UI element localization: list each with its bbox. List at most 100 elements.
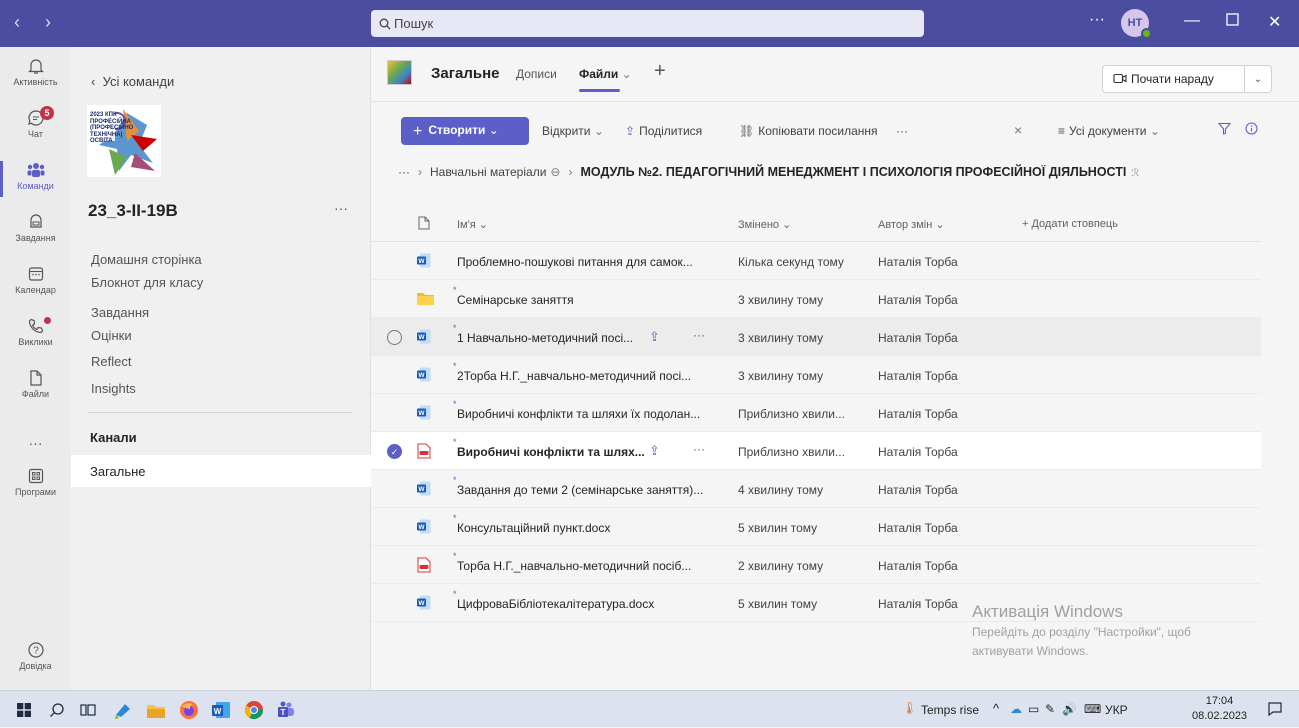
file-name[interactable]: ЦифроваБібліотекалітература.docx xyxy=(457,597,654,611)
file-name[interactable]: Консультаційний пункт.docx xyxy=(457,521,610,535)
file-name[interactable]: Семінарське заняття xyxy=(457,293,574,307)
breadcrumb-parent[interactable]: Навчальні матеріали xyxy=(430,165,546,179)
file-name[interactable]: Завдання до теми 2 (семінарське заняття)… xyxy=(457,483,703,497)
file-name[interactable]: 1 Навчально-методичний посі... xyxy=(457,331,633,345)
open-button[interactable]: Відкрити ⌄ xyxy=(542,124,604,138)
cloud-icon[interactable]: ☁ xyxy=(1010,702,1022,716)
avatar[interactable]: НТ xyxy=(1121,9,1152,39)
rail-calendar[interactable]: Календар xyxy=(0,265,71,295)
chrome-icon[interactable] xyxy=(244,700,264,720)
rail-apps[interactable]: Програми xyxy=(0,467,71,497)
add-tab-button[interactable]: + xyxy=(654,60,666,83)
copy-link-button[interactable]: ⛓ Копіювати посилання xyxy=(739,124,878,138)
table-row[interactable]: W * 1 Навчально-методичний посі... ⇪ ··· 3 хв… xyxy=(371,318,1261,356)
rail-label: Команди xyxy=(17,181,54,191)
filter-button[interactable] xyxy=(1217,122,1232,138)
team-link-notebook[interactable]: Блокнот для класу xyxy=(91,275,203,290)
table-row[interactable]: * Торба Н.Г._навчально-методичний посіб..… xyxy=(371,546,1261,584)
firefox-icon[interactable] xyxy=(179,700,199,720)
add-column-button[interactable]: + Додати стовпець xyxy=(1022,218,1118,230)
table-row[interactable]: W Проблемно-пошукові питання для самок...… xyxy=(371,242,1261,280)
speaker-icon[interactable]: 🔊 xyxy=(1062,702,1077,716)
team-link-home[interactable]: Домашня сторінка xyxy=(91,252,202,267)
paint-app-icon[interactable] xyxy=(113,700,133,720)
rail-help[interactable]: ? Довідка xyxy=(0,641,71,671)
table-row[interactable]: W * Виробничі конфлікти та шляхи їх подола… xyxy=(371,394,1261,432)
task-view-icon[interactable] xyxy=(80,702,96,718)
windows-start-icon[interactable] xyxy=(17,703,31,717)
file-name[interactable]: Торба Н.Г._навчально-методичний посіб... xyxy=(457,559,691,573)
team-link-assignments[interactable]: Завдання xyxy=(91,305,149,320)
table-row[interactable]: W * Консультаційний пункт.docx 5 хвилин том… xyxy=(371,508,1261,546)
notifications-icon[interactable] xyxy=(1267,701,1283,717)
row-more-button[interactable]: ··· xyxy=(693,328,705,342)
rail-calls[interactable]: Виклики xyxy=(0,317,71,347)
weather-text[interactable]: Temps rise xyxy=(921,703,979,717)
language-indicator[interactable]: УКР xyxy=(1105,703,1128,717)
meeting-options-chevron[interactable]: ⌄ xyxy=(1245,65,1272,93)
table-row[interactable]: W * Завдання до теми 2 (семінарське занятт… xyxy=(371,470,1261,508)
view-selector[interactable]: ≡ Усі документи ⌄ xyxy=(1058,124,1160,138)
rail-teams[interactable]: Команди xyxy=(0,161,71,197)
author-cell: Наталія Торба xyxy=(878,255,958,269)
history-nav-icon[interactable]: ‹ › xyxy=(14,12,61,33)
rail-activity[interactable]: Активність xyxy=(0,57,71,87)
rail-files[interactable]: Файли xyxy=(0,369,71,399)
team-more-button[interactable]: ··· xyxy=(334,200,348,216)
new-item-icon: * xyxy=(453,475,457,485)
word-app-icon[interactable]: W xyxy=(211,700,231,720)
team-link-insights[interactable]: Insights xyxy=(91,381,136,396)
clock[interactable]: 17:04 08.02.2023 xyxy=(1192,694,1247,724)
share-icon[interactable]: ⇪ xyxy=(649,329,660,345)
maximize-button[interactable] xyxy=(1226,13,1240,31)
teams-app-icon[interactable]: T xyxy=(276,700,296,720)
share-button[interactable]: ⇪ Поділитися xyxy=(625,124,702,138)
modified-cell: 2 хвилину тому xyxy=(738,559,824,573)
create-button[interactable]: + Створити ⌄ xyxy=(401,117,529,145)
pen-icon[interactable]: ✎ xyxy=(1045,702,1055,716)
file-name[interactable]: Виробничі конфлікти та шляхи їх подолан.… xyxy=(457,407,700,421)
breadcrumb-ellipsis[interactable]: ··· xyxy=(398,165,410,179)
search-input[interactable]: Пошук xyxy=(371,10,924,37)
file-name[interactable]: Виробничі конфлікти та шлях... xyxy=(457,445,645,459)
column-modified-label: Змінено xyxy=(738,219,780,231)
tab-files[interactable]: Файли ⌄ xyxy=(579,67,632,92)
table-row[interactable]: W * 2Торба Н.Г._навчально-методичний посі.… xyxy=(371,356,1261,394)
rail-more[interactable]: ··· xyxy=(0,435,71,451)
toolbar-more-button[interactable]: ··· xyxy=(896,124,908,138)
title-bar: ‹ › Пошук ··· НТ — ✕ xyxy=(0,0,1299,47)
column-author[interactable]: Автор змін ⌄ xyxy=(878,218,945,231)
minimize-button[interactable]: — xyxy=(1184,12,1200,30)
info-button[interactable] xyxy=(1245,122,1258,138)
more-options-button[interactable]: ··· xyxy=(1089,11,1105,29)
file-explorer-icon[interactable] xyxy=(146,700,166,720)
team-link-grades[interactable]: Оцінки xyxy=(91,328,132,343)
svg-text:W: W xyxy=(418,486,425,493)
channel-general[interactable]: Загальне xyxy=(71,455,371,487)
modified-cell: 5 хвилин тому xyxy=(738,597,818,611)
keyboard-icon[interactable]: ⌨ xyxy=(1084,702,1101,716)
network-icon[interactable]: ▭ xyxy=(1028,702,1039,716)
row-more-button[interactable]: ··· xyxy=(693,442,705,456)
table-header: Ім'я ⌄ Змінено ⌄ Автор змін ⌄ + Додати с… xyxy=(371,204,1261,242)
close-window-button[interactable]: ✕ xyxy=(1268,12,1281,32)
file-name[interactable]: 2Торба Н.Г._навчально-методичний посі... xyxy=(457,369,691,383)
chevron-up-icon[interactable]: ^ xyxy=(993,701,999,716)
channels-heading: Канали xyxy=(90,430,137,445)
tab-posts[interactable]: Дописи xyxy=(516,67,557,81)
rail-chat[interactable]: 5 Чат xyxy=(0,106,71,139)
table-row[interactable]: ✓ * Виробничі конфлікти та шлях... ⇪ ··· Приб… xyxy=(371,432,1261,470)
table-row[interactable]: * Семінарське заняття 3 хвилину тому Наталі… xyxy=(371,280,1261,318)
share-icon[interactable]: ⇪ xyxy=(649,443,660,459)
column-name[interactable]: Ім'я ⌄ xyxy=(457,218,488,231)
select-circle[interactable] xyxy=(387,330,402,345)
file-name[interactable]: Проблемно-пошукові питання для самок... xyxy=(457,255,693,269)
all-teams-link[interactable]: ‹ Усі команди xyxy=(91,74,174,89)
clear-selection-button[interactable]: × xyxy=(1014,122,1022,138)
search-icon[interactable] xyxy=(49,702,65,718)
column-modified[interactable]: Змінено ⌄ xyxy=(738,218,791,231)
checked-circle-icon[interactable]: ✓ xyxy=(387,444,402,459)
start-meeting-button[interactable]: Почати нараду xyxy=(1102,65,1245,93)
team-link-reflect[interactable]: Reflect xyxy=(91,354,131,369)
rail-assignments[interactable]: Завдання xyxy=(0,213,71,243)
